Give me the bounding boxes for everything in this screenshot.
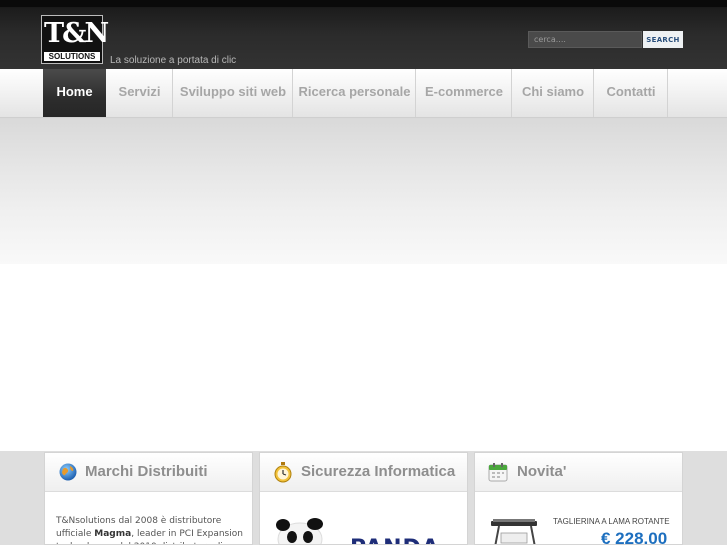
box-novita: Novita' TAGLIERINA A LAMA ROTANTE € 228.… bbox=[474, 452, 683, 545]
panda-brand-word: PANDA bbox=[350, 537, 440, 545]
panda-logo-icon bbox=[276, 518, 323, 544]
product-name[interactable]: TAGLIERINA A LAMA ROTANTE bbox=[553, 517, 681, 527]
calendar-icon bbox=[488, 463, 508, 482]
box-header: Novita' bbox=[475, 453, 682, 492]
box-header: Marchi Distribuiti bbox=[45, 453, 252, 492]
site-header: T&N SOLUTIONS La soluzione a portata di … bbox=[0, 0, 727, 69]
product-price: € 228.00 bbox=[601, 529, 668, 545]
nav-item-servizi[interactable]: Servizi bbox=[106, 69, 173, 117]
main-navigation: Home Servizi Sviluppo siti web Ricerca p… bbox=[0, 69, 727, 118]
box-sicurezza-informatica: Sicurezza Informatica PANDA bbox=[259, 452, 468, 545]
product-image[interactable] bbox=[487, 513, 543, 545]
box-text: T&Nsolutions dal 2008 è distributore uff… bbox=[56, 515, 246, 544]
nav-item-ricerca-personale[interactable]: Ricerca personale bbox=[293, 69, 416, 117]
box-header: Sicurezza Informatica bbox=[260, 453, 467, 492]
brand-name: Magma bbox=[94, 529, 132, 539]
stopwatch-icon bbox=[274, 462, 292, 483]
search-input[interactable] bbox=[528, 31, 642, 48]
nav-item-home[interactable]: Home bbox=[43, 69, 106, 117]
logo-subtitle: SOLUTIONS bbox=[44, 52, 100, 61]
nav-item-contatti[interactable]: Contatti bbox=[594, 69, 668, 117]
box-title: Sicurezza Informatica bbox=[301, 463, 456, 480]
logo-mark: T&N bbox=[44, 18, 109, 49]
box-title: Marchi Distribuiti bbox=[85, 463, 208, 480]
nav-item-chi-siamo[interactable]: Chi siamo bbox=[512, 69, 594, 117]
box-title: Novita' bbox=[517, 463, 567, 480]
nav-item-e-commerce[interactable]: E-commerce bbox=[416, 69, 512, 117]
globe-icon bbox=[59, 463, 77, 481]
search-button[interactable]: SEARCH bbox=[643, 31, 683, 48]
site-tagline: La soluzione a portata di clic bbox=[110, 55, 237, 66]
box-marchi-distribuiti: Marchi Distribuiti T&Nsolutions dal 2008… bbox=[44, 452, 253, 545]
site-logo[interactable]: T&N SOLUTIONS bbox=[41, 15, 109, 64]
nav-item-sviluppo-siti-web[interactable]: Sviluppo siti web bbox=[173, 69, 293, 117]
hero-banner bbox=[0, 118, 727, 264]
